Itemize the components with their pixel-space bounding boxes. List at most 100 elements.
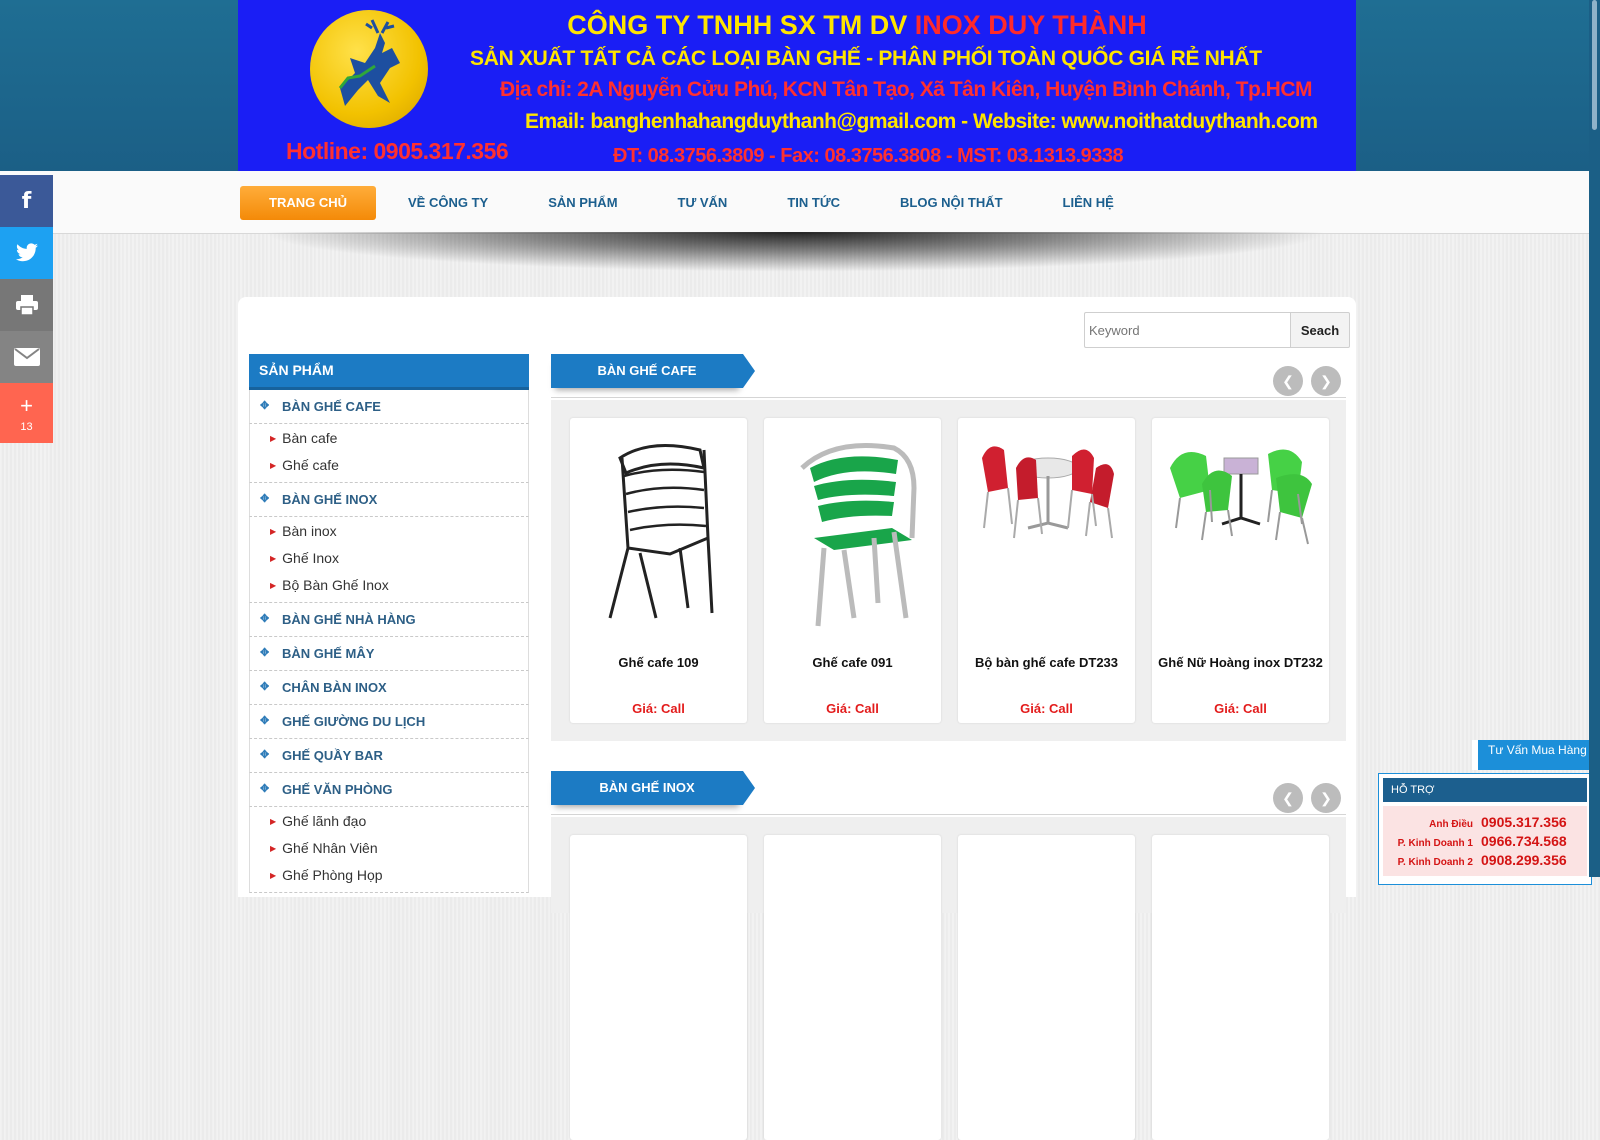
move-icon: ✥: [260, 400, 270, 412]
twitter-share-button[interactable]: [0, 227, 53, 279]
facebook-share-button[interactable]: f: [0, 175, 53, 227]
nav-blog[interactable]: BLOG NỘI THẤT: [870, 186, 1033, 220]
support-heading: HỖ TRỢ: [1383, 778, 1587, 802]
sidebar-subitem-bo-ban-ghe-inox[interactable]: ▶ Bộ Bàn Ghế Inox: [250, 572, 528, 599]
move-icon: ✥: [260, 613, 270, 625]
product-category-sidebar: SẢN PHẨM ✥ BÀN GHẾ CAFE ▶ Bàn cafe ▶ Ghế…: [249, 354, 529, 893]
carousel-next-button[interactable]: ❯: [1311, 783, 1341, 813]
category-label: GHẾ GIƯỜNG DU LỊCH: [282, 714, 426, 729]
nav-consulting[interactable]: TƯ VẤN: [648, 186, 758, 220]
product-card[interactable]: [570, 835, 747, 1140]
product-carousel: [551, 817, 1346, 1140]
product-card[interactable]: Ghế Nữ Hoàng inox DT232 Giá: Call: [1152, 418, 1329, 723]
subitem-label: Ghế Nhân Viên: [282, 840, 378, 856]
product-name[interactable]: Ghế cafe 091: [764, 655, 941, 670]
search-button[interactable]: Seach: [1290, 312, 1350, 348]
sidebar-category-chan-ban[interactable]: ✥ CHÂN BÀN INOX: [249, 671, 529, 705]
sidebar-category-nha-hang[interactable]: ✥ BÀN GHẾ NHÀ HÀNG: [249, 603, 529, 637]
printer-icon: [15, 295, 38, 316]
support-contact-row: P. Kinh Doanh 2 0908.299.356: [1383, 852, 1587, 871]
support-chat-tab[interactable]: Tư Vấn Mua Hàng: [1472, 740, 1592, 770]
sidebar-subgroup-inox: ▶ Bàn inox ▶ Ghế Inox ▶ Bộ Bàn Ghế Inox: [249, 517, 529, 603]
print-button[interactable]: [0, 279, 53, 331]
more-share-button[interactable]: + 13: [0, 383, 53, 443]
triangle-right-icon: ▶: [270, 554, 277, 563]
page-scrollbar[interactable]: [1589, 0, 1600, 877]
product-card[interactable]: [958, 835, 1135, 1140]
subitem-label: Ghế Inox: [282, 550, 339, 566]
nav-home[interactable]: TRANG CHỦ: [240, 186, 376, 220]
triangle-right-icon: ▶: [270, 581, 277, 590]
product-name[interactable]: Ghế cafe 109: [570, 655, 747, 670]
support-box: HỖ TRỢ Anh Điều 0905.317.356 P. Kinh Doa…: [1378, 773, 1592, 885]
sidebar-subitem-ghe-cafe[interactable]: ▶ Ghế cafe: [250, 452, 528, 479]
section-title[interactable]: BÀN GHẾ INOX: [551, 771, 755, 805]
sidebar-category-giuong[interactable]: ✥ GHẾ GIƯỜNG DU LỊCH: [249, 705, 529, 739]
chevron-left-icon: ❮: [1282, 373, 1294, 389]
nav-products[interactable]: SẢN PHẨM: [518, 186, 647, 220]
main-nav: TRANG CHỦ VỀ CÔNG TY SẢN PHẨM TƯ VẤN TIN…: [240, 186, 1144, 220]
product-card[interactable]: [764, 835, 941, 1140]
scrollbar-thumb[interactable]: [1592, 0, 1597, 130]
product-price: Giá: Call: [632, 701, 685, 716]
product-list: Ghế cafe 109 Giá: Call Ghế cafe 091 Giá:…: [551, 418, 1346, 723]
product-card[interactable]: Ghế cafe 091 Giá: Call: [764, 418, 941, 723]
sidebar-category-may[interactable]: ✥ BÀN GHẾ MÂY: [249, 637, 529, 671]
sidebar-category-inox[interactable]: ✥ BÀN GHẾ INOX: [249, 483, 529, 517]
category-label: BÀN GHẾ CAFE: [282, 399, 381, 414]
sidebar-subgroup-van-phong: ▶ Ghế lãnh đạo ▶ Ghế Nhân Viên ▶ Ghế Phò…: [249, 807, 529, 893]
product-price: Giá: Call: [1020, 701, 1073, 716]
move-icon: ✥: [260, 493, 270, 505]
sidebar-subitem-ghe-nhan-vien[interactable]: ▶ Ghế Nhân Viên: [250, 835, 528, 862]
sidebar-subitem-ghe-inox[interactable]: ▶ Ghế Inox: [250, 545, 528, 572]
support-contact-row: Anh Điều 0905.317.356: [1383, 814, 1587, 833]
carousel-prev-button[interactable]: ❮: [1273, 783, 1303, 813]
subitem-label: Bộ Bàn Ghế Inox: [282, 577, 389, 593]
sidebar-subitem-ban-inox[interactable]: ▶ Bàn inox: [250, 518, 528, 545]
sidebar-subitem-ghe-lanh-dao[interactable]: ▶ Ghế lãnh đạo: [250, 808, 528, 835]
search-input[interactable]: [1084, 312, 1290, 348]
sidebar-subitem-ban-cafe[interactable]: ▶ Bàn cafe: [250, 425, 528, 452]
move-icon: ✥: [260, 715, 270, 727]
product-card[interactable]: Ghế cafe 109 Giá: Call: [570, 418, 747, 723]
main-content: Seach SẢN PHẨM ✥ BÀN GHẾ CAFE ▶ Bàn cafe…: [238, 297, 1356, 1140]
contact-label: P. Kinh Doanh 2: [1397, 857, 1473, 868]
subitem-label: Ghế cafe: [282, 457, 339, 473]
move-icon: ✥: [260, 783, 270, 795]
carousel-next-button[interactable]: ❯: [1311, 366, 1341, 396]
product-name[interactable]: Bộ bàn ghế cafe DT233: [958, 655, 1135, 670]
triangle-right-icon: ▶: [270, 527, 277, 536]
sidebar-category-cafe[interactable]: ✥ BÀN GHẾ CAFE: [249, 390, 529, 424]
product-image-ghe-cafe-091[interactable]: [774, 428, 932, 628]
sidebar-heading: SẢN PHẨM: [249, 354, 529, 390]
contact-phone[interactable]: 0908.299.356: [1481, 852, 1567, 868]
company-banner[interactable]: CÔNG TY TNHH SX TM DV INOX DUY THÀNH SẢN…: [238, 0, 1356, 171]
product-card[interactable]: [1152, 835, 1329, 1140]
sidebar-subitem-ghe-phong-hop[interactable]: ▶ Ghế Phòng Họp: [250, 862, 528, 889]
email-share-button[interactable]: [0, 331, 53, 383]
sidebar-subgroup-cafe: ▶ Bàn cafe ▶ Ghế cafe: [249, 424, 529, 483]
chevron-left-icon: ❮: [1282, 790, 1294, 806]
subitem-label: Ghế lãnh đạo: [282, 813, 367, 829]
social-share-bar: f + 13: [0, 175, 53, 443]
contact-phone[interactable]: 0966.734.568: [1481, 833, 1567, 849]
section-title[interactable]: BÀN GHẾ CAFE: [551, 354, 755, 388]
triangle-right-icon: ▶: [270, 461, 277, 470]
support-contact-row: P. Kinh Doanh 1 0966.734.568: [1383, 833, 1587, 852]
product-image-bo-ban-ghe-dt233[interactable]: [968, 428, 1126, 628]
sidebar-category-van-phong[interactable]: ✥ GHẾ VĂN PHÒNG: [249, 773, 529, 807]
nav-about[interactable]: VỀ CÔNG TY: [378, 186, 518, 220]
subitem-label: Ghế Phòng Họp: [282, 867, 383, 883]
sidebar-category-quay-bar[interactable]: ✥ GHẾ QUẦY BAR: [249, 739, 529, 773]
nav-news[interactable]: TIN TỨC: [757, 186, 870, 220]
banner-address: Địa chỉ: 2A Nguyễn Cửu Phú, KCN Tân Tạo,…: [500, 78, 1312, 101]
product-name[interactable]: Ghế Nữ Hoàng inox DT232: [1152, 655, 1329, 670]
category-label: GHẾ VĂN PHÒNG: [282, 782, 393, 797]
contact-phone[interactable]: 0905.317.356: [1481, 814, 1567, 830]
nav-contact[interactable]: LIÊN HỆ: [1033, 186, 1144, 220]
product-image-ghe-cafe-109[interactable]: [580, 428, 738, 628]
triangle-right-icon: ▶: [270, 817, 277, 826]
carousel-prev-button[interactable]: ❮: [1273, 366, 1303, 396]
product-card[interactable]: Bộ bàn ghế cafe DT233 Giá: Call: [958, 418, 1135, 723]
product-image-ghe-nu-hoang-dt232[interactable]: [1162, 428, 1320, 628]
